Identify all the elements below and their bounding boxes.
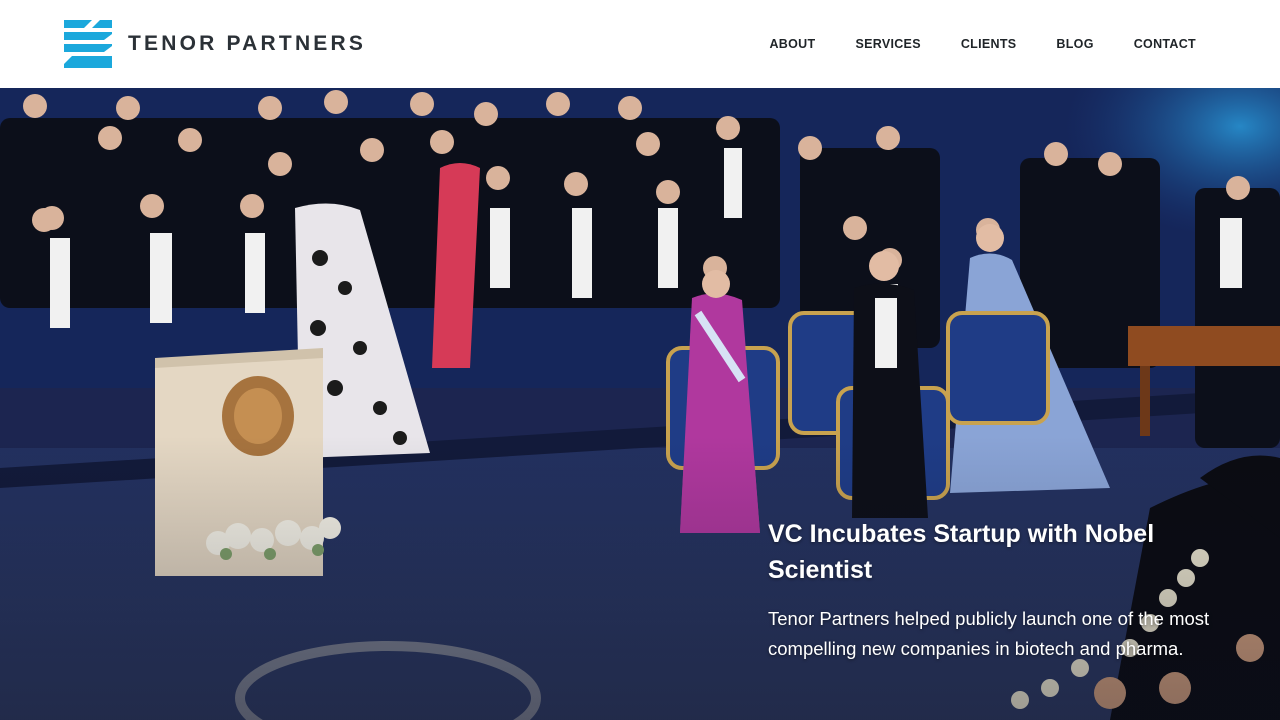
brand-logo-link[interactable]: TENOR PARTNERS (64, 20, 366, 68)
nav-item-clients[interactable]: CLIENTS (961, 37, 1017, 51)
main-nav: ABOUT SERVICES CLIENTS BLOG CONTACT (769, 37, 1196, 51)
nav-item-contact[interactable]: CONTACT (1134, 37, 1196, 51)
hero-title[interactable]: VC Incubates Startup with Nobel Scientis… (768, 516, 1228, 588)
nav-item-blog[interactable]: BLOG (1056, 37, 1093, 51)
nav-item-services[interactable]: SERVICES (855, 37, 920, 51)
nav-item-about[interactable]: ABOUT (769, 37, 815, 51)
hero-description: Tenor Partners helped publicly launch on… (768, 608, 1210, 659)
brand-name: TENOR PARTNERS (128, 32, 367, 55)
site-header: TENOR PARTNERS ABOUT SERVICES CLIENTS BL… (0, 0, 1280, 88)
hero-caption: VC Incubates Startup with Nobel Scientis… (768, 516, 1228, 664)
hero-section: VC Incubates Startup with Nobel Scientis… (0, 88, 1280, 720)
stacked-chevron-logo-icon (64, 20, 112, 68)
